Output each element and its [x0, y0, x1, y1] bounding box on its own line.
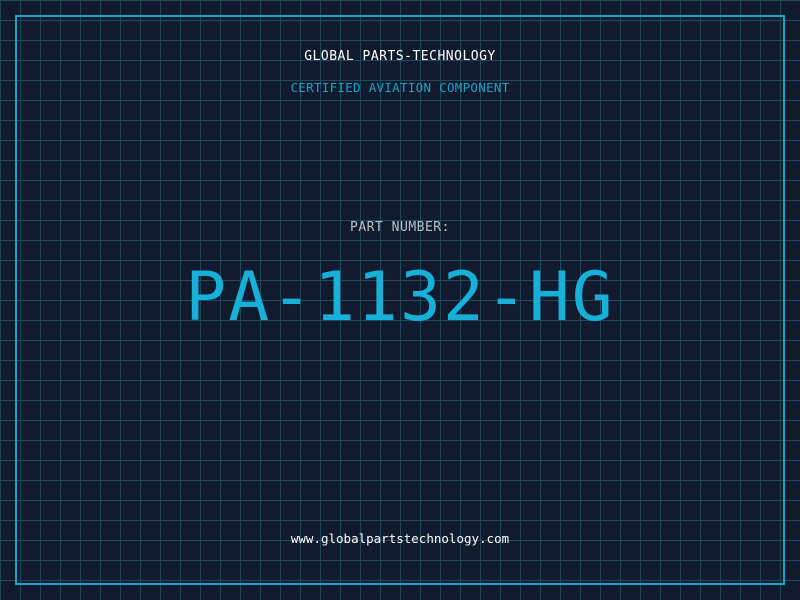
certification-subtitle: CERTIFIED AVIATION COMPONENT	[290, 80, 510, 95]
part-number-value: PA-1132-HG	[185, 258, 615, 337]
company-name: GLOBAL PARTS-TECHNOLOGY	[304, 49, 496, 64]
website-url: www.globalpartstechnology.com	[290, 531, 510, 546]
label-canvas: GLOBAL PARTS-TECHNOLOGY CERTIFIED AVIATI…	[0, 0, 800, 600]
part-number-label: PART NUMBER:	[350, 220, 450, 235]
